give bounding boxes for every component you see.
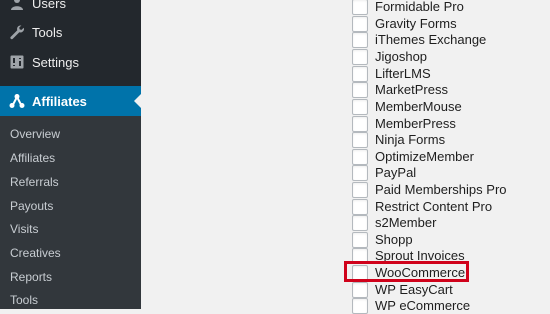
integration-row[interactable]: s2Member — [352, 214, 436, 231]
submenu-item-referrals[interactable]: Referrals — [10, 175, 59, 189]
integration-row[interactable]: iThemes Exchange — [352, 31, 486, 48]
menu-item-tools[interactable]: Tools — [0, 17, 141, 47]
integration-label: Restrict Content Pro — [375, 199, 493, 214]
integration-checkbox[interactable] — [352, 131, 368, 148]
wrench-icon — [10, 25, 24, 40]
integration-checkbox[interactable] — [352, 98, 368, 115]
integration-row[interactable]: WP EasyCart — [352, 281, 453, 298]
users-icon — [11, 0, 23, 10]
integration-checkbox[interactable] — [352, 148, 368, 165]
integration-row-woocommerce[interactable]: WooCommerce — [352, 264, 465, 281]
integration-checkbox[interactable] — [352, 164, 368, 181]
integration-row[interactable]: Sprout Invoices — [352, 247, 465, 264]
integration-row[interactable]: MemberPress — [352, 115, 456, 132]
affiliates-submenu: Overview Affiliates Referrals Payouts Vi… — [0, 116, 141, 309]
submenu-item-reports[interactable]: Reports — [10, 270, 52, 284]
integration-checkbox[interactable] — [352, 198, 368, 215]
integration-label: Shopp — [375, 232, 413, 247]
integration-label: OptimizeMember — [375, 149, 474, 164]
integration-label: WP EasyCart — [375, 282, 453, 297]
integration-row[interactable]: OptimizeMember — [352, 148, 474, 165]
integration-label: MemberPress — [375, 116, 456, 131]
menu-item-users-label: Users — [32, 0, 66, 11]
submenu-item-overview[interactable]: Overview — [10, 127, 60, 141]
integration-checkbox[interactable] — [352, 231, 368, 248]
settings-icon — [10, 55, 24, 69]
integration-label: s2Member — [375, 215, 437, 230]
integration-label: PayPal — [375, 165, 417, 180]
admin-sidebar: Users Tools Settings Affiliates Overview… — [0, 0, 141, 309]
integration-row[interactable]: Paid Memberships Pro — [352, 181, 507, 198]
integration-row[interactable]: Gravity Forms — [352, 15, 457, 32]
integration-checkbox[interactable] — [352, 0, 368, 15]
woocommerce-checkbox[interactable] — [352, 264, 368, 281]
submenu-item-payouts[interactable]: Payouts — [10, 199, 53, 213]
menu-item-users[interactable]: Users — [0, 0, 141, 18]
menu-item-settings[interactable]: Settings — [0, 47, 141, 77]
integration-label: Jigoshop — [375, 49, 428, 64]
submenu-item-visits[interactable]: Visits — [10, 222, 38, 236]
woocommerce-label: WooCommerce — [375, 265, 466, 280]
menu-item-affiliates[interactable]: Affiliates — [0, 86, 141, 116]
integration-checkbox[interactable] — [352, 181, 368, 198]
integration-row[interactable]: MemberMouse — [352, 98, 462, 115]
integration-checkbox[interactable] — [352, 247, 368, 264]
integrations-settings-panel: Formidable Pro Gravity Forms iThemes Exc… — [141, 0, 550, 314]
integration-row[interactable]: PayPal — [352, 164, 416, 181]
integration-label: MemberMouse — [375, 99, 462, 114]
integration-checkbox[interactable] — [352, 214, 368, 231]
integration-label: Sprout Invoices — [375, 248, 465, 263]
integration-checkbox[interactable] — [352, 48, 368, 65]
integration-row[interactable]: MarketPress — [352, 81, 448, 98]
submenu-item-creatives[interactable]: Creatives — [10, 246, 61, 260]
integration-label: MarketPress — [375, 82, 448, 97]
integration-checkbox[interactable] — [352, 15, 368, 32]
affiliates-network-icon — [9, 94, 25, 108]
integration-checkbox[interactable] — [352, 281, 368, 298]
integration-checkbox[interactable] — [352, 65, 368, 82]
integration-row[interactable]: Jigoshop — [352, 48, 427, 65]
submenu-item-tools[interactable]: Tools — [10, 293, 38, 307]
integration-row[interactable]: Restrict Content Pro — [352, 198, 492, 215]
submenu-item-affiliates[interactable]: Affiliates — [10, 151, 55, 165]
integration-row[interactable]: WP eCommerce — [352, 297, 470, 314]
integration-checkbox[interactable] — [352, 81, 368, 98]
integration-label: Formidable Pro — [375, 0, 464, 14]
menu-item-affiliates-label: Affiliates — [32, 93, 87, 109]
integration-row[interactable]: LifterLMS — [352, 65, 431, 82]
integration-checkbox[interactable] — [352, 115, 368, 132]
menu-item-tools-label: Tools — [32, 24, 63, 40]
menu-item-settings-label: Settings — [32, 54, 79, 70]
integration-checkbox[interactable] — [352, 297, 368, 314]
integration-row[interactable]: Ninja Forms — [352, 131, 445, 148]
integration-row[interactable]: Formidable Pro — [352, 0, 464, 15]
integration-checkbox[interactable] — [352, 31, 368, 48]
integration-label: WP eCommerce — [375, 298, 471, 313]
integration-label: Paid Memberships Pro — [375, 182, 507, 197]
integration-label: Ninja Forms — [375, 132, 446, 147]
integration-row[interactable]: Shopp — [352, 231, 413, 248]
integration-label: Gravity Forms — [375, 16, 457, 31]
integration-label: LifterLMS — [375, 66, 431, 81]
integration-label: iThemes Exchange — [375, 32, 487, 47]
